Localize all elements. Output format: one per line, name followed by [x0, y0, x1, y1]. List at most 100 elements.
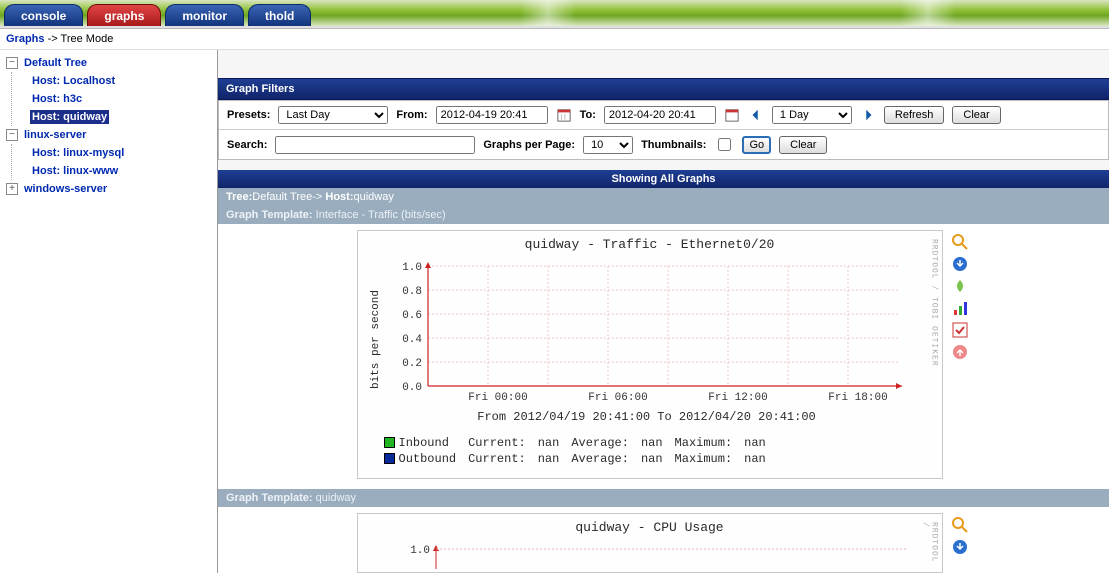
tree-node-linuxwww: Host: linux-www	[26, 162, 215, 180]
go-button[interactable]: Go	[742, 136, 771, 154]
tree-sidebar: − Default Tree Host: Localhost Host: h3c…	[0, 50, 218, 573]
export-icon[interactable]	[952, 256, 968, 272]
svg-text:1.0: 1.0	[402, 262, 422, 274]
source-icon[interactable]	[952, 278, 968, 294]
showing-all-bar: Showing All Graphs	[218, 170, 1109, 188]
shift-right-icon[interactable]	[860, 107, 876, 123]
kill-icon[interactable]	[952, 344, 968, 360]
graph-traffic[interactable]: RRDTOOL / TOBI OETIKER quidway - Traffic…	[357, 230, 943, 479]
realtime-icon[interactable]	[952, 300, 968, 316]
tree-link-h3c[interactable]: Host: h3c	[30, 92, 84, 106]
tree-link-linuxwww[interactable]: Host: linux-www	[30, 164, 120, 178]
breadcrumb-sep: ->	[45, 33, 61, 45]
template-value: quidway	[316, 492, 356, 504]
nav-tabs: console graphs monitor thold	[0, 4, 311, 28]
tree-node-windows: + windows-server	[2, 180, 215, 198]
tab-console[interactable]: console	[4, 4, 83, 28]
tab-monitor[interactable]: monitor	[165, 4, 244, 28]
tree-node-localhost: Host: Localhost	[26, 72, 215, 90]
tree-link-windows[interactable]: windows-server	[22, 182, 109, 196]
y-axis-label: bits per second	[370, 290, 382, 389]
graph-title: quidway - CPU Usage	[370, 520, 930, 535]
filter-header: Graph Filters	[218, 78, 1109, 100]
calendar-icon[interactable]	[724, 107, 740, 123]
template-label: Graph Template:	[226, 209, 316, 221]
legend: Inbound Current:nan Average:nan Maximum:…	[382, 434, 778, 468]
tree-link-default[interactable]: Default Tree	[22, 56, 89, 70]
zoom-icon[interactable]	[952, 234, 968, 250]
tree-link-linuxmysql[interactable]: Host: linux-mysql	[30, 146, 126, 160]
graph-cpu[interactable]: RRDTOOL / quidway - CPU Usage 1.0	[357, 513, 943, 573]
graph-template-bar-2: Graph Template: quidway	[218, 489, 1109, 507]
svg-text:Fri 12:00: Fri 12:00	[708, 392, 767, 404]
swatch-inbound	[384, 437, 395, 448]
collapse-icon[interactable]: −	[6, 129, 18, 141]
to-input[interactable]	[604, 106, 716, 124]
tree-link-quidway[interactable]: Host: quidway	[30, 110, 109, 124]
sep: ->	[312, 191, 325, 203]
thumbnails-checkbox[interactable]	[718, 138, 731, 151]
gpp-select[interactable]: 10	[583, 136, 633, 154]
template-value: Interface - Traffic (bits/sec)	[316, 209, 446, 221]
tree-node-linuxmysql: Host: linux-mysql	[26, 144, 215, 162]
tree-link-localhost[interactable]: Host: Localhost	[30, 74, 117, 88]
tree-path-bar: Tree:Default Tree-> Host:quidway	[218, 188, 1109, 206]
graph-actions	[949, 513, 971, 573]
host-lbl: Host:	[325, 191, 353, 203]
expand-icon[interactable]: +	[6, 183, 18, 195]
svg-text:0.6: 0.6	[402, 310, 422, 322]
svg-text:0.0: 0.0	[402, 382, 422, 394]
tree-link-linux[interactable]: linux-server	[22, 128, 88, 142]
graph-subtitle: From 2012/04/19 20:41:00 To 2012/04/20 2…	[382, 410, 912, 424]
zoom-icon[interactable]	[952, 517, 968, 533]
graph-template-bar-1: Graph Template: Interface - Traffic (bit…	[218, 206, 1109, 224]
top-banner: console graphs monitor thold	[0, 0, 1109, 28]
breadcrumb: Graphs -> Tree Mode	[0, 28, 1109, 50]
main-content: Graph Filters Presets: Last Day From: To…	[218, 50, 1109, 573]
clear-button-2[interactable]: Clear	[779, 136, 827, 154]
export-icon[interactable]	[952, 539, 968, 555]
clear-button[interactable]: Clear	[952, 106, 1000, 124]
tree-val: Default Tree	[252, 191, 312, 203]
graph-title: quidway - Traffic - Ethernet0/20	[370, 237, 930, 252]
svg-text:1.0: 1.0	[410, 545, 430, 557]
refresh-button[interactable]: Refresh	[884, 106, 945, 124]
tab-graphs[interactable]: graphs	[87, 4, 161, 28]
filter-panel: Presets: Last Day From: To: 1 Day Refres…	[218, 100, 1109, 160]
template-label: Graph Template:	[226, 492, 316, 504]
svg-text:0.8: 0.8	[402, 286, 422, 298]
edit-icon[interactable]	[952, 322, 968, 338]
graph-row-2: RRDTOOL / quidway - CPU Usage 1.0	[218, 507, 1109, 573]
from-label: From:	[396, 109, 427, 121]
presets-label: Presets:	[227, 109, 270, 121]
svg-text:Fri 18:00: Fri 18:00	[828, 392, 887, 404]
tree-node-h3c: Host: h3c	[26, 90, 215, 108]
breadcrumb-leaf: Tree Mode	[61, 33, 114, 45]
svg-text:0.2: 0.2	[402, 358, 422, 370]
calendar-icon[interactable]	[556, 107, 572, 123]
plot-area: 1.0	[390, 539, 920, 569]
svg-text:Fri 00:00: Fri 00:00	[468, 392, 527, 404]
host-val: quidway	[353, 191, 393, 203]
tree-lbl: Tree:	[226, 191, 252, 203]
to-label: To:	[580, 109, 596, 121]
shift-left-icon[interactable]	[748, 107, 764, 123]
swatch-outbound	[384, 453, 395, 464]
collapse-icon[interactable]: −	[6, 57, 18, 69]
search-label: Search:	[227, 139, 267, 151]
svg-text:0.4: 0.4	[402, 334, 422, 346]
rrdtool-credit: RRDTOOL /	[921, 522, 939, 572]
graph-actions	[949, 230, 971, 479]
search-input[interactable]	[275, 136, 475, 154]
timespan-select[interactable]: 1 Day	[772, 106, 852, 124]
tab-thold[interactable]: thold	[248, 4, 311, 28]
presets-select[interactable]: Last Day	[278, 106, 388, 124]
breadcrumb-root[interactable]: Graphs	[6, 33, 45, 45]
tree-node-default: − Default Tree	[2, 54, 215, 72]
tree-node-quidway: Host: quidway	[26, 108, 215, 126]
from-input[interactable]	[436, 106, 548, 124]
legend-row-inbound: Inbound Current:nan Average:nan Maximum:…	[384, 436, 776, 450]
svg-text:Fri 06:00: Fri 06:00	[588, 392, 647, 404]
graph-row-1: RRDTOOL / TOBI OETIKER quidway - Traffic…	[218, 224, 1109, 489]
rrdtool-credit: RRDTOOL / TOBI OETIKER	[930, 239, 939, 367]
